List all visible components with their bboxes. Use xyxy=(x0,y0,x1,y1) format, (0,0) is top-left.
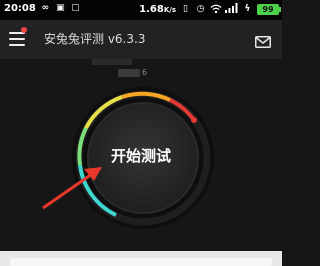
gauge-marker xyxy=(191,117,197,123)
alarm-icon: ◷ xyxy=(196,4,205,14)
image-icon: ▣ xyxy=(56,3,65,13)
network-speed: 1.68K/s xyxy=(139,4,176,15)
photo-icon: ▢ xyxy=(71,3,80,13)
vibrate-icon: ▯ xyxy=(183,4,188,14)
notification-dot xyxy=(21,27,27,33)
mail-icon xyxy=(255,36,271,48)
app-title: 安兔兔评测 v6.3.3 xyxy=(44,32,146,46)
signal-icon xyxy=(225,3,238,16)
infinity-icon: ∞ xyxy=(41,3,50,13)
device-info-suffix: 6 xyxy=(142,68,148,77)
status-bar: 20:08 ∞ ▣ ▢ 1.68K/s ▯ ◷ ϟ 99 xyxy=(0,0,282,20)
bottom-card xyxy=(10,258,272,266)
battery-icon: 99 xyxy=(257,4,281,15)
wifi-icon xyxy=(210,4,222,15)
redacted-text xyxy=(118,68,140,77)
device-info-redacted xyxy=(92,59,132,65)
status-time: 20:08 xyxy=(4,3,36,14)
charging-icon: ϟ xyxy=(244,4,251,14)
device-info: 6 xyxy=(118,68,147,77)
mail-button[interactable] xyxy=(255,33,271,48)
app-header: 安兔兔评测 v6.3.3 xyxy=(0,20,282,59)
start-test-button[interactable]: 开始测试 xyxy=(96,117,186,193)
menu-button[interactable] xyxy=(9,32,25,46)
